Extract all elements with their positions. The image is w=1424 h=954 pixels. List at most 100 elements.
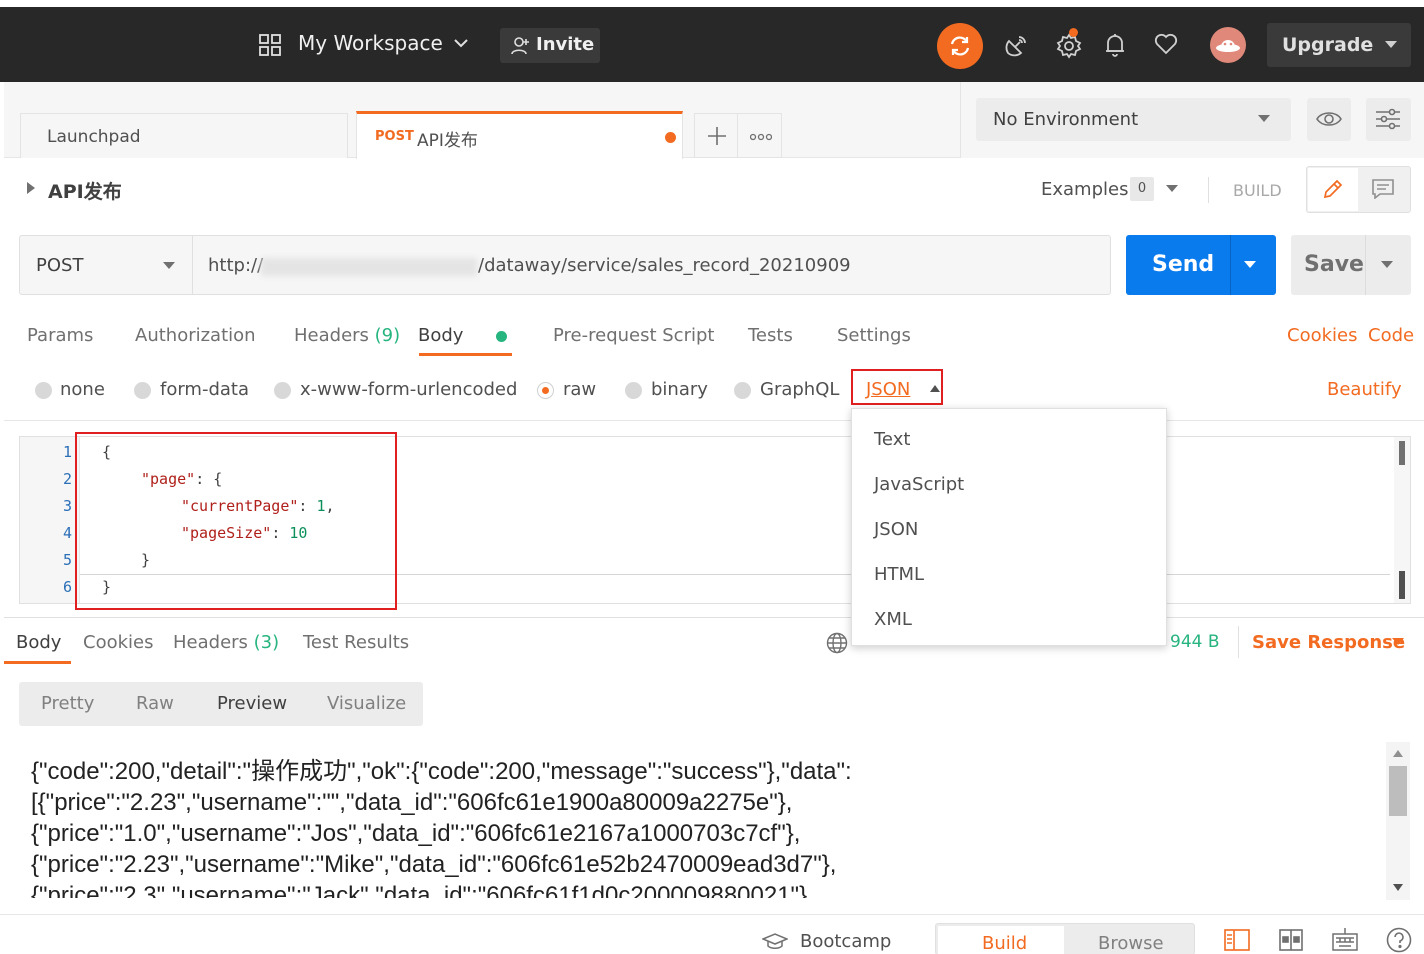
graduation-cap-icon[interactable] [762,933,788,951]
tab-body[interactable]: Body [418,325,463,346]
radio-urlencoded-label[interactable]: x-www-form-urlencoded [300,379,517,400]
help-icon[interactable] [1386,927,1412,953]
format-option-json[interactable]: JSON [874,519,918,540]
radio-form-data[interactable] [134,382,151,399]
chevron-down-icon[interactable] [454,38,468,48]
caret-down-icon[interactable] [1381,261,1393,269]
body-format-select[interactable]: JSON [851,369,943,405]
two-pane-icon[interactable] [1224,929,1250,951]
scrollbar-thumb[interactable] [1399,441,1405,465]
format-tab-visualize[interactable]: Visualize [327,693,406,714]
new-tab-button[interactable] [694,113,738,158]
format-option-html[interactable]: HTML [874,564,924,585]
radio-form-data-label[interactable]: form-data [160,379,249,400]
environment-quick-look-button[interactable] [1307,98,1351,141]
save-response-button[interactable]: Save Response [1252,632,1405,653]
scrollbar-thumb[interactable] [1399,571,1405,599]
tab-label: API发布 [417,131,478,151]
format-tab-preview[interactable]: Preview [217,693,287,714]
radio-selected-dot [542,387,549,394]
radio-none[interactable] [35,382,52,399]
radio-none-label[interactable]: none [60,379,105,400]
send-label: Send [1152,252,1215,277]
avatar[interactable] [1210,27,1246,63]
response-tab-test-results[interactable]: Test Results [303,632,409,653]
caret-down-icon[interactable] [1385,41,1397,49]
caret-down-icon[interactable] [1166,185,1178,193]
edit-mode-button[interactable] [1308,168,1358,211]
expand-caret-icon[interactable] [27,182,35,194]
send-button[interactable]: Send [1126,235,1276,295]
unsaved-indicator[interactable] [665,132,676,143]
tab-launchpad[interactable]: Launchpad [20,113,348,158]
response-body[interactable]: {"code":200,"detail":"操作成功","ok":{"code"… [31,756,1371,898]
tab-authorization[interactable]: Authorization [135,325,256,346]
keyboard-shortcuts-icon[interactable] [1332,927,1358,951]
environment-select[interactable]: No Environment [976,98,1291,141]
response-line: {"price":"2.23","username":"Mike","data_… [31,851,837,878]
radio-urlencoded[interactable] [274,382,291,399]
radio-binary[interactable] [625,382,642,399]
caret-down-icon[interactable] [1244,261,1256,269]
build-mode-tab[interactable]: Build [938,926,1064,954]
gear-icon[interactable] [1055,32,1083,60]
upgrade-button[interactable]: Upgrade [1267,23,1411,67]
body-format-label: JSON [866,379,911,400]
format-option-xml[interactable]: XML [874,609,912,630]
workspace-name[interactable]: My Workspace [298,31,443,55]
satellite-icon[interactable] [1003,33,1029,59]
grid-icon[interactable] [258,33,282,57]
invite-button[interactable]: Invite [500,28,600,63]
code-link[interactable]: Code [1368,325,1414,346]
tab-api-request[interactable]: POST API发布 [356,111,683,159]
format-tab-pretty[interactable]: Pretty [41,693,94,714]
comment-icon[interactable] [1372,179,1394,199]
heart-icon[interactable] [1154,33,1178,55]
divider [1238,626,1239,658]
invite-label: Invite [536,34,595,55]
active-tab-underline [419,353,512,356]
tab-settings[interactable]: Settings [837,325,911,346]
sync-button[interactable] [937,23,983,69]
divider [4,420,1424,421]
radio-graphql[interactable] [734,382,751,399]
build-mode-label: Build [982,933,1028,954]
save-button[interactable]: Save [1291,235,1411,295]
bootcamp-link[interactable]: Bootcamp [800,931,891,952]
caret-down-icon [1258,115,1270,123]
editor-scrollbar[interactable] [1394,437,1410,603]
layout-icon[interactable] [1279,929,1303,951]
radio-binary-label[interactable]: binary [651,379,708,400]
format-option-text[interactable]: Text [874,429,910,450]
caret-down-icon[interactable] [1392,638,1404,646]
response-tab-body[interactable]: Body [16,632,61,653]
response-tab-cookies[interactable]: Cookies [83,632,153,653]
tab-tests[interactable]: Tests [748,325,793,346]
tab-prerequest-script[interactable]: Pre-request Script [553,325,714,346]
scrollbar-thumb[interactable] [1389,766,1407,816]
tab-headers[interactable]: Headers (9) [294,325,400,346]
browse-mode-tab[interactable]: Browse [1098,933,1164,954]
tab-options-button[interactable] [738,113,782,158]
cookies-link[interactable]: Cookies [1287,325,1357,346]
request-name[interactable]: API发布 [48,177,122,204]
response-tab-headers[interactable]: Headers (3) [173,632,279,653]
tab-params[interactable]: Params [27,325,93,346]
beautify-link[interactable]: Beautify [1327,379,1402,400]
line-number: 2 [62,470,72,488]
response-scrollbar[interactable] [1386,742,1410,900]
response-line: {"price":"2.3","username":"Jack","data_i… [31,882,814,898]
radio-raw-label[interactable]: raw [563,379,596,400]
response-size[interactable]: 944 B [1170,632,1220,652]
bell-icon[interactable] [1103,32,1127,58]
format-tab-raw[interactable]: Raw [136,693,174,714]
format-option-javascript[interactable]: JavaScript [874,474,964,495]
radio-graphql-label[interactable]: GraphQL [760,379,839,400]
method-select[interactable]: POST [19,235,193,295]
headers-count: (9) [374,325,401,346]
examples-label[interactable]: Examples [1041,179,1128,200]
manage-environments-button[interactable] [1366,98,1411,141]
radio-raw[interactable] [537,382,554,399]
globe-icon[interactable] [826,632,848,654]
url-input[interactable]: http:// /dataway/service/sales_record_20… [192,235,1111,295]
